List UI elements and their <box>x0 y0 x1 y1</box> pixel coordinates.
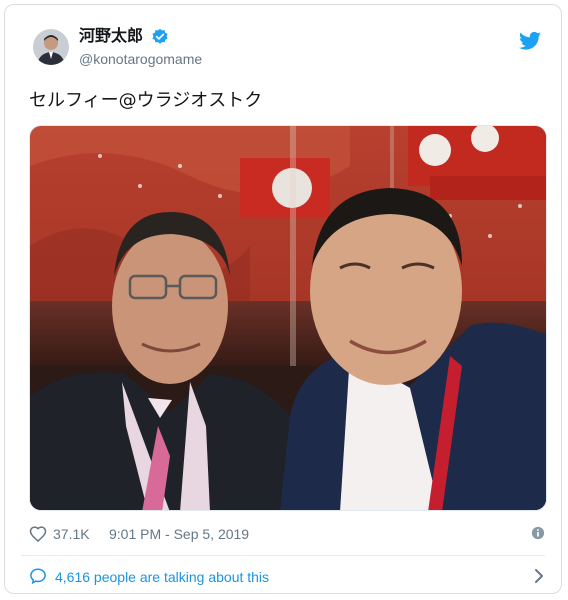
twitter-bird-icon[interactable] <box>519 31 541 51</box>
heart-icon[interactable] <box>29 525 47 542</box>
author-handle[interactable]: @konotarogomame <box>79 49 202 69</box>
tweet-timestamp[interactable]: 9:01 PM - Sep 5, 2019 <box>109 525 249 543</box>
conversation-text[interactable]: 4,616 people are talking about this <box>55 568 269 586</box>
like-count[interactable]: 37.1K <box>53 525 90 543</box>
author-display-name[interactable]: 河野太郎 <box>79 27 143 47</box>
tweet-meta: 37.1K 9:01 PM - Sep 5, 2019 <box>29 522 547 546</box>
info-icon[interactable] <box>531 526 545 540</box>
tweet-header: 河野太郎 @konotarogomame <box>27 25 543 73</box>
conversation-link[interactable]: 4,616 people are talking about this <box>29 565 547 587</box>
divider <box>21 555 545 556</box>
tweet-text: セルフィー@ウラジオストク <box>29 90 263 111</box>
tweet-card[interactable]: 河野太郎 @konotarogomame セルフィー@ウラジオストク 37.1K… <box>4 4 562 594</box>
speech-bubble-icon <box>30 568 46 585</box>
tweet-photo[interactable] <box>29 125 547 511</box>
chevron-right-icon[interactable] <box>533 568 545 584</box>
verified-badge-icon <box>152 28 168 44</box>
avatar[interactable] <box>33 29 69 65</box>
author-block[interactable]: 河野太郎 @konotarogomame <box>79 27 202 69</box>
